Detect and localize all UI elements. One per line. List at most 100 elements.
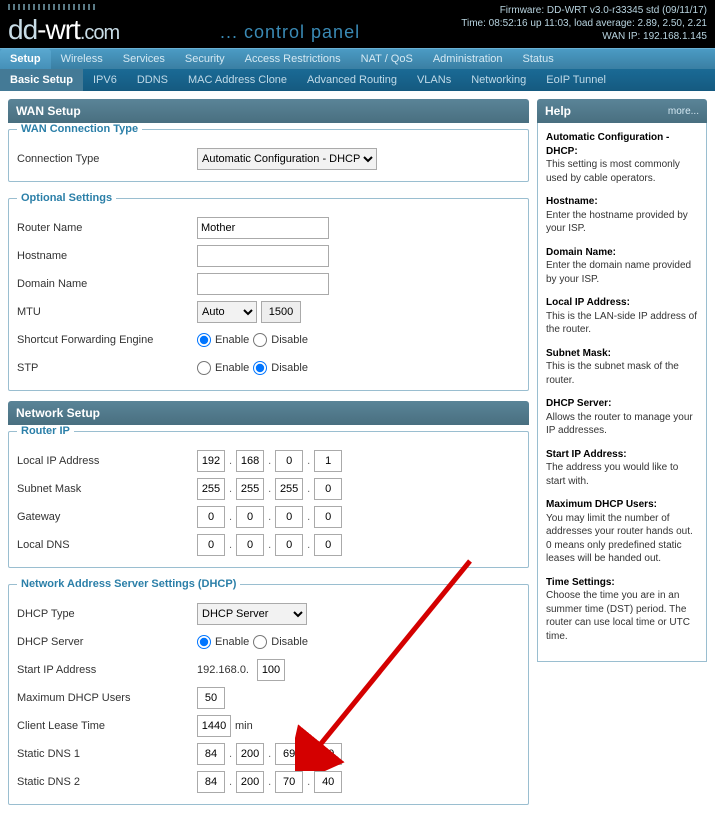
subtab-networking[interactable]: Networking (461, 69, 536, 91)
localdns-oct1[interactable] (197, 534, 225, 556)
help-item-desc: Enter the domain name provided by your I… (546, 259, 698, 286)
subtab-advanced-routing[interactable]: Advanced Routing (297, 69, 407, 91)
tab-services[interactable]: Services (113, 49, 175, 69)
start-ip-input[interactable] (257, 659, 285, 681)
wan-setup-title: WAN Setup (16, 104, 81, 118)
stp-enable-radio[interactable] (197, 361, 211, 375)
dns2-oct3[interactable] (275, 771, 303, 793)
help-item: Domain Name:Enter the domain name provid… (546, 246, 698, 287)
tab-security[interactable]: Security (175, 49, 235, 69)
gateway-oct3[interactable] (275, 506, 303, 528)
dns1-oct4[interactable] (314, 743, 342, 765)
router-name-input[interactable] (197, 217, 329, 239)
tab-nat-qos[interactable]: NAT / QoS (351, 49, 423, 69)
subtab-eoip-tunnel[interactable]: EoIP Tunnel (536, 69, 616, 91)
local-ip-oct4[interactable] (314, 450, 342, 472)
dns1-oct2[interactable] (236, 743, 264, 765)
help-item: DHCP Server:Allows the router to manage … (546, 397, 698, 438)
dns1-oct3[interactable] (275, 743, 303, 765)
router-ip-fieldset: Router IP Local IP Address ... Subnet Ma… (8, 425, 529, 568)
sfe-disable-radio[interactable] (253, 333, 267, 347)
help-item-title: Hostname: (546, 195, 698, 209)
mtu-mode-select[interactable]: Auto (197, 301, 257, 323)
dhcp-fieldset: Network Address Server Settings (DHCP) D… (8, 578, 529, 805)
dhcp-server-label: DHCP Server (17, 636, 197, 648)
subtab-vlans[interactable]: VLANs (407, 69, 461, 91)
mtu-label: MTU (17, 306, 197, 318)
dhcp-enable-text: Enable (215, 636, 249, 648)
local-ip-oct1[interactable] (197, 450, 225, 472)
max-users-input[interactable] (197, 687, 225, 709)
wan-connection-fieldset: WAN Connection Type Connection Type Auto… (8, 123, 529, 182)
local-ip-oct3[interactable] (275, 450, 303, 472)
hostname-label: Hostname (17, 250, 197, 262)
help-item-desc: You may limit the number of addresses yo… (546, 512, 698, 566)
mtu-value-input[interactable] (261, 301, 301, 323)
subnet-oct2[interactable] (236, 478, 264, 500)
subtab-ddns[interactable]: DDNS (127, 69, 178, 91)
hostname-input[interactable] (197, 245, 329, 267)
subnet-oct3[interactable] (275, 478, 303, 500)
subtab-mac-address-clone[interactable]: MAC Address Clone (178, 69, 297, 91)
wanip-line: WAN IP: 192.168.1.145 (461, 30, 707, 43)
tab-wireless[interactable]: Wireless (51, 49, 113, 69)
localdns-oct4[interactable] (314, 534, 342, 556)
start-ip-label: Start IP Address (17, 664, 197, 676)
control-panel-label: ... control panel (220, 22, 360, 43)
tab-status[interactable]: Status (513, 49, 564, 69)
help-item-title: Subnet Mask: (546, 347, 698, 361)
time-line: Time: 08:52:16 up 11:03, load average: 2… (461, 17, 707, 30)
optional-settings-fieldset: Optional Settings Router Name Hostname D… (8, 192, 529, 391)
lease-input[interactable] (197, 715, 231, 737)
stp-enable-text: Enable (215, 362, 249, 374)
tab-administration[interactable]: Administration (423, 49, 513, 69)
local-ip-oct2[interactable] (236, 450, 264, 472)
localdns-oct2[interactable] (236, 534, 264, 556)
help-item: Start IP Address:The address you would l… (546, 448, 698, 489)
connection-type-label: Connection Type (17, 153, 197, 165)
tab-access-restrictions[interactable]: Access Restrictions (235, 49, 351, 69)
network-setup-header: Network Setup (8, 401, 529, 425)
dhcp-enable-radio[interactable] (197, 635, 211, 649)
help-item-desc: This is the LAN-side IP address of the r… (546, 310, 698, 337)
help-item-title: Start IP Address: (546, 448, 698, 462)
domain-name-input[interactable] (197, 273, 329, 295)
tab-setup[interactable]: Setup (0, 49, 51, 69)
help-more-link[interactable]: more... (668, 106, 699, 117)
help-item: Local IP Address:This is the LAN-side IP… (546, 296, 698, 337)
dns2-oct2[interactable] (236, 771, 264, 793)
router-ip-legend: Router IP (17, 425, 74, 437)
help-item: Subnet Mask:This is the subnet mask of t… (546, 347, 698, 388)
help-header: Help more... (537, 99, 707, 123)
subtab-ipv-[interactable]: IPV6 (83, 69, 127, 91)
lease-unit: min (235, 720, 253, 732)
help-item-desc: Enter the hostname provided by your ISP. (546, 209, 698, 236)
sfe-enable-radio[interactable] (197, 333, 211, 347)
stp-disable-radio[interactable] (253, 361, 267, 375)
localdns-label: Local DNS (17, 539, 197, 551)
subnet-oct4[interactable] (314, 478, 342, 500)
wan-connection-legend: WAN Connection Type (17, 123, 142, 135)
localdns-oct3[interactable] (275, 534, 303, 556)
dns2-oct4[interactable] (314, 771, 342, 793)
stp-label: STP (17, 362, 197, 374)
local-ip-label: Local IP Address (17, 455, 197, 467)
subnet-oct1[interactable] (197, 478, 225, 500)
help-item-title: Automatic Configuration - DHCP: (546, 131, 698, 158)
connection-type-select[interactable]: Automatic Configuration - DHCP (197, 148, 377, 170)
help-item: Time Settings:Choose the time you are in… (546, 576, 698, 644)
stp-disable-text: Disable (271, 362, 308, 374)
help-item-title: Maximum DHCP Users: (546, 498, 698, 512)
primary-tabs: SetupWirelessServicesSecurityAccess Rest… (0, 48, 715, 69)
help-item-desc: Allows the router to manage your IP addr… (546, 411, 698, 438)
wan-setup-header: WAN Setup (8, 99, 529, 123)
gateway-oct2[interactable] (236, 506, 264, 528)
subtab-basic-setup[interactable]: Basic Setup (0, 69, 83, 91)
help-item-desc: The address you would like to start with… (546, 461, 698, 488)
gateway-oct1[interactable] (197, 506, 225, 528)
dhcp-type-select[interactable]: DHCP Server (197, 603, 307, 625)
dns1-oct1[interactable] (197, 743, 225, 765)
dns2-oct1[interactable] (197, 771, 225, 793)
gateway-oct4[interactable] (314, 506, 342, 528)
dhcp-disable-radio[interactable] (253, 635, 267, 649)
